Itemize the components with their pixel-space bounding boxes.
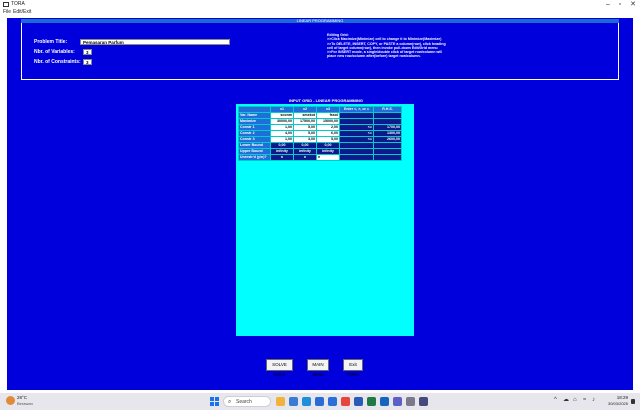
wifi-icon[interactable]: ≈: [583, 396, 586, 405]
chevron-up-icon[interactable]: ^: [554, 396, 557, 405]
help-line: place new row/column after(before) targe…: [327, 54, 421, 59]
clock-date[interactable]: 30/03/2025: [602, 401, 628, 406]
weather-icon[interactable]: [6, 396, 15, 405]
menu-edit-exit[interactable]: Edit/Exit: [13, 9, 31, 16]
menu-bar: File Edit/Exit: [0, 9, 640, 16]
grid-cell[interactable]: n: [293, 154, 317, 161]
maximize-button[interactable]: ▫: [614, 0, 626, 9]
solve-menu-button[interactable]: SOLVE Menu: [266, 359, 293, 377]
widgets-icon[interactable]: [289, 397, 298, 406]
taskbar-search-box[interactable]: ⌕ Search: [223, 396, 271, 407]
close-button[interactable]: ✕: [627, 0, 639, 9]
grid-cell[interactable]: n: [316, 154, 340, 161]
chrome-icon[interactable]: [341, 397, 350, 406]
windows-start-icon[interactable]: [210, 397, 219, 406]
variables-count-label: Nbr. of Variables:: [34, 49, 75, 55]
menu-file[interactable]: File: [3, 9, 11, 16]
minimize-button[interactable]: –: [602, 0, 614, 9]
weather-temperature[interactable]: 28°C: [17, 395, 27, 400]
title-bar: TORA – ▫ ✕: [0, 0, 640, 9]
clock-time[interactable]: 18:29: [606, 395, 628, 400]
editing-help-text: Editing Grid: >>Click Maximize(Minimize)…: [327, 33, 497, 59]
notification-bell-icon[interactable]: [631, 399, 635, 404]
app-icon[interactable]: [419, 397, 428, 406]
outlook-icon[interactable]: [380, 397, 389, 406]
problem-title-label: Problem Title:: [34, 39, 68, 45]
grid-row: Unrestr'd (y/n)? n n n: [238, 154, 402, 161]
search-icon: ⌕: [228, 399, 232, 405]
window-title: TORA: [11, 1, 25, 7]
constraints-count-input[interactable]: 3: [83, 59, 92, 65]
problem-settings-panel: Problem Title: Pemasaran Parfum Nbr. of …: [21, 23, 619, 80]
grid-cell[interactable]: n: [270, 154, 294, 161]
edge-icon[interactable]: [302, 397, 311, 406]
taskbar: 28°C Berawan ⌕ Search ^ ☁ ⌂ ≈ ♪ 18:29 30…: [0, 393, 640, 410]
word-icon[interactable]: [354, 397, 363, 406]
tora-app-icon: [3, 2, 9, 7]
grid-cell[interactable]: [339, 154, 374, 161]
settings-icon[interactable]: [406, 397, 415, 406]
problem-title-input[interactable]: Pemasaran Parfum: [80, 39, 230, 45]
onedrive-icon[interactable]: ☁: [563, 396, 569, 405]
input-grid: x1 x2 x3 Enter <, >, or = R.H.S. Var. Name sco…: [238, 106, 402, 161]
main-panel: LINEAR PROGRAMMING Problem Title: Pemasa…: [7, 18, 633, 390]
file-explorer-icon[interactable]: [276, 397, 285, 406]
variables-count-input[interactable]: 3: [83, 49, 92, 55]
network-icon[interactable]: ⌂: [573, 396, 577, 405]
grid-row-header[interactable]: Unrestr'd (y/n)?: [238, 154, 271, 161]
grid-column-header[interactable]: Enter <, >, or =: [339, 106, 374, 113]
grid-cell[interactable]: [373, 154, 402, 161]
teams-icon[interactable]: [393, 397, 402, 406]
mail-icon[interactable]: [328, 397, 337, 406]
store-icon[interactable]: [315, 397, 324, 406]
exit-tora-button[interactable]: Exit TORA: [343, 359, 363, 377]
weather-condition[interactable]: Berawan: [17, 401, 33, 406]
constraints-count-label: Nbr. of Constraints:: [34, 59, 81, 65]
search-label: Search: [236, 399, 252, 405]
grid-title: INPUT GRID - LINEAR PROGRAMMING: [289, 98, 363, 103]
main-menu-button[interactable]: MAIN Menu: [307, 359, 329, 377]
excel-icon[interactable]: [367, 397, 376, 406]
volume-icon[interactable]: ♪: [592, 396, 595, 405]
